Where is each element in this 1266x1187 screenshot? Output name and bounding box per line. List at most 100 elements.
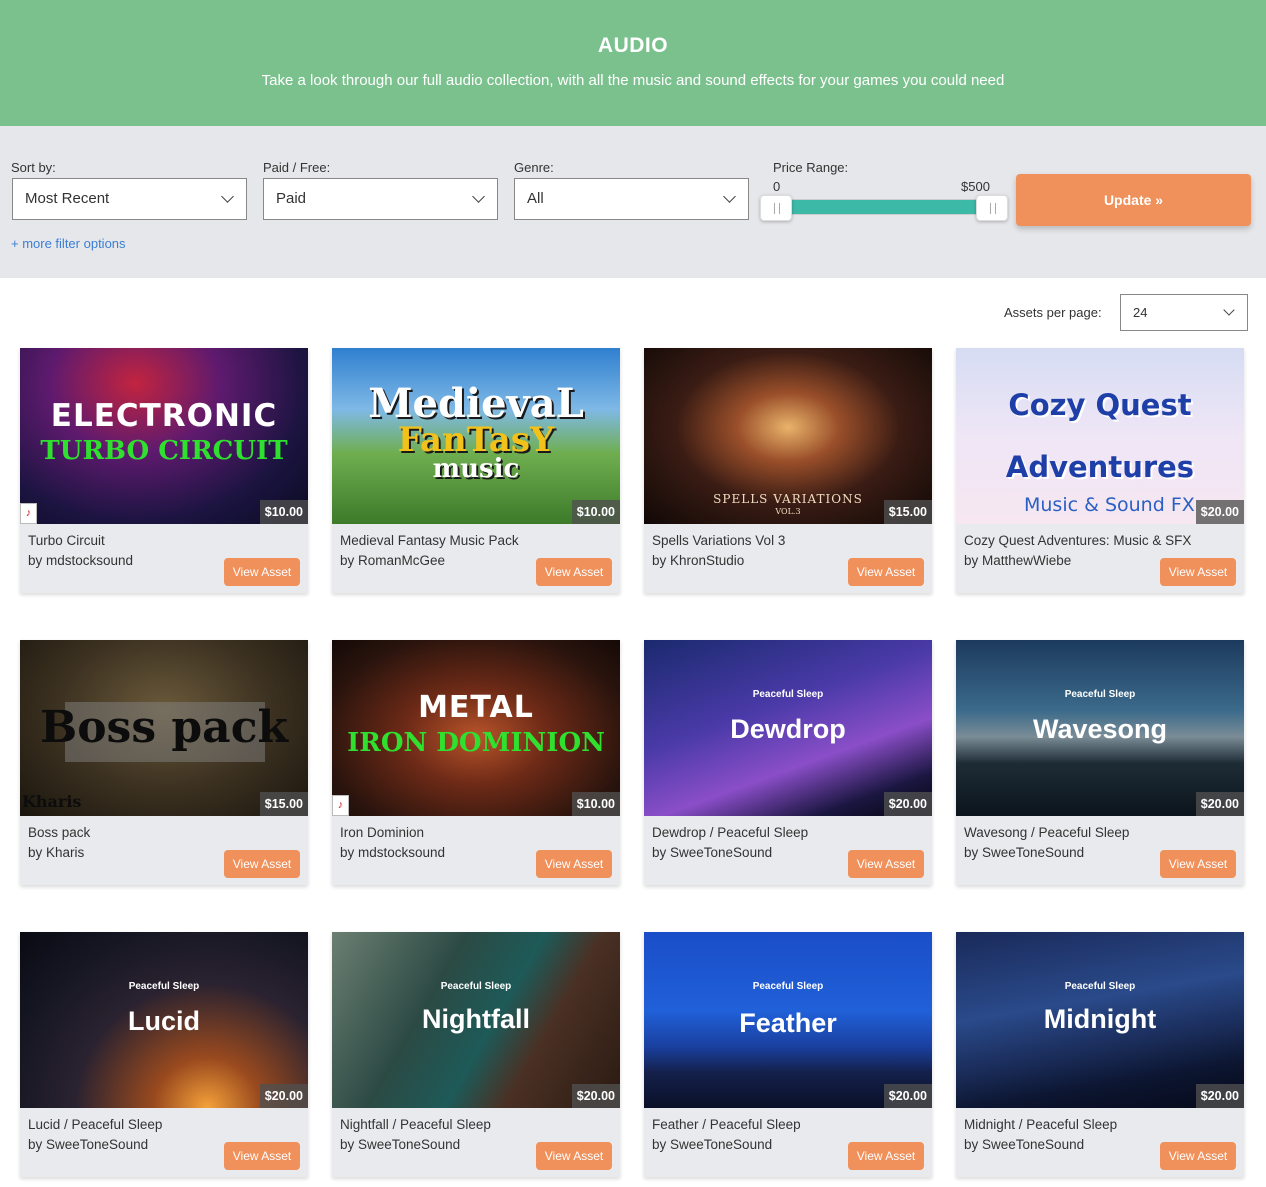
thumbnail-text: Peaceful Sleep [1064,981,1136,992]
asset-title[interactable]: Boss pack [28,825,90,840]
asset-title[interactable]: Dewdrop / Peaceful Sleep [652,825,808,840]
view-asset-button[interactable]: View Asset [224,850,300,878]
asset-card[interactable]: ELECTRONIC TURBO CIRCUIT ♪ $10.00 Turbo … [20,348,308,593]
price-badge: $20.00 [883,792,932,816]
more-filter-options-link[interactable]: + more filter options [11,236,126,251]
asset-thumbnail[interactable]: Peaceful Sleep Feather $20.00 [644,932,932,1108]
asset-thumbnail[interactable]: METAL IRON DOMINION ♪ $10.00 [332,640,620,816]
asset-title[interactable]: Feather / Peaceful Sleep [652,1117,801,1132]
asset-author[interactable]: by KhronStudio [652,553,744,568]
asset-title[interactable]: Cozy Quest Adventures: Music & SFX [964,533,1191,548]
view-asset-button[interactable]: View Asset [848,850,924,878]
price-range-slider[interactable] [776,199,992,215]
asset-thumbnail[interactable]: Peaceful Sleep Midnight $20.00 [956,932,1244,1108]
chevron-down-icon [1223,304,1235,316]
asset-title[interactable]: Wavesong / Peaceful Sleep [964,825,1129,840]
genre-select[interactable]: All [514,178,749,220]
paid-free-label: Paid / Free: [263,160,331,175]
asset-author[interactable]: by mdstocksound [340,845,445,860]
asset-author[interactable]: by SweeToneSound [28,1137,148,1152]
view-asset-button[interactable]: View Asset [848,1142,924,1170]
view-asset-button[interactable]: View Asset [536,850,612,878]
asset-author[interactable]: by SweeToneSound [340,1137,460,1152]
update-button[interactable]: Update » [1016,174,1251,226]
thumbnail-text: IRON DOMINION [347,728,605,758]
view-asset-button[interactable]: View Asset [536,558,612,586]
price-badge: $20.00 [259,1084,308,1108]
page-title: AUDIO [597,34,669,57]
sort-label: Sort by: [11,160,56,175]
thumbnail-text: Cozy Quest [1008,388,1192,422]
thumbnail-text: Wavesong [1032,714,1168,744]
per-page-select[interactable]: 24 [1120,294,1248,331]
genre-label: Genre: [514,160,554,175]
asset-card[interactable]: Peaceful Sleep Lucid $20.00 Lucid / Peac… [20,932,308,1177]
asset-card[interactable]: Peaceful Sleep Dewdrop $20.00 Dewdrop / … [644,640,932,885]
asset-title[interactable]: Iron Dominion [340,825,424,840]
asset-card[interactable]: Peaceful Sleep Feather $20.00 Feather / … [644,932,932,1177]
thumbnail-text: Peaceful Sleep [1064,689,1136,700]
asset-thumbnail[interactable]: MedievaL FanTasY music $10.00 [332,348,620,524]
sort-value: Most Recent [25,190,110,207]
view-asset-button[interactable]: View Asset [224,1142,300,1170]
price-min-handle[interactable] [760,195,792,221]
asset-author[interactable]: by SweeToneSound [652,1137,772,1152]
price-badge: $10.00 [259,500,308,524]
sort-select[interactable]: Most Recent [12,178,247,220]
asset-thumbnail[interactable]: Peaceful Sleep Dewdrop $20.00 [644,640,932,816]
thumbnail-text: ELECTRONIC [50,398,278,434]
asset-title[interactable]: Medieval Fantasy Music Pack [340,533,519,548]
asset-card[interactable]: MedievaL FanTasY music $10.00 Medieval F… [332,348,620,593]
price-range-label: Price Range: [773,160,849,175]
asset-thumbnail[interactable]: ELECTRONIC TURBO CIRCUIT ♪ $10.00 [20,348,308,524]
asset-title[interactable]: Turbo Circuit [28,533,105,548]
thumbnail-text: METAL [418,690,534,725]
genre-value: All [527,190,544,207]
price-badge: $10.00 [571,792,620,816]
asset-card[interactable]: SPELLS VARIATIONS VOL.3 $15.00 Spells Va… [644,348,932,593]
price-min-value: 0 [773,179,781,194]
asset-thumbnail[interactable]: Peaceful Sleep Wavesong $20.00 [956,640,1244,816]
asset-author[interactable]: by MatthewWiebe [964,553,1071,568]
price-badge: $10.00 [571,500,620,524]
chevron-down-icon [472,190,485,203]
asset-thumbnail[interactable]: Peaceful Sleep Nightfall $20.00 [332,932,620,1108]
view-asset-button[interactable]: View Asset [848,558,924,586]
asset-card[interactable]: Peaceful Sleep Nightfall $20.00 Nightfal… [332,932,620,1177]
paid-free-select[interactable]: Paid [263,178,498,220]
price-badge: $15.00 [883,500,932,524]
asset-title[interactable]: Midnight / Peaceful Sleep [964,1117,1117,1132]
price-max-handle[interactable] [976,195,1008,221]
asset-author[interactable]: by SweeToneSound [964,1137,1084,1152]
asset-title[interactable]: Nightfall / Peaceful Sleep [340,1117,491,1132]
view-asset-button[interactable]: View Asset [536,1142,612,1170]
view-asset-button[interactable]: View Asset [1160,850,1236,878]
asset-card[interactable]: METAL IRON DOMINION ♪ $10.00 Iron Domini… [332,640,620,885]
asset-thumbnail[interactable]: Peaceful Sleep Lucid $20.00 [20,932,308,1108]
asset-title[interactable]: Spells Variations Vol 3 [652,533,785,548]
asset-author[interactable]: by SweeToneSound [964,845,1084,860]
asset-thumbnail[interactable]: SPELLS VARIATIONS VOL.3 $15.00 [644,348,932,524]
per-page-label: Assets per page: [1004,305,1102,320]
asset-card[interactable]: Cozy Quest Adventures Music & Sound FX $… [956,348,1244,593]
asset-thumbnail[interactable]: Boss pack Kharis $15.00 [20,640,308,816]
asset-author[interactable]: by SweeToneSound [652,845,772,860]
thumbnail-text: Feather [739,1008,837,1038]
view-asset-button[interactable]: View Asset [1160,1142,1236,1170]
view-asset-button[interactable]: View Asset [1160,558,1236,586]
asset-card[interactable]: Boss pack Kharis $15.00 Boss pack by Kha… [20,640,308,885]
thumbnail-text: Adventures [1005,450,1195,484]
asset-author[interactable]: by RomanMcGee [340,553,445,568]
thumbnail-text: TURBO CIRCUIT [40,436,288,466]
view-asset-button[interactable]: View Asset [224,558,300,586]
asset-thumbnail[interactable]: Cozy Quest Adventures Music & Sound FX $… [956,348,1244,524]
price-badge: $20.00 [571,1084,620,1108]
price-badge: $20.00 [1195,792,1244,816]
asset-title[interactable]: Lucid / Peaceful Sleep [28,1117,162,1132]
asset-card[interactable]: Peaceful Sleep Midnight $20.00 Midnight … [956,932,1244,1177]
thumbnail-text: Peaceful Sleep [752,689,824,700]
asset-author[interactable]: by mdstocksound [28,553,133,568]
asset-author[interactable]: by Kharis [28,845,84,860]
asset-card[interactable]: Peaceful Sleep Wavesong $20.00 Wavesong … [956,640,1244,885]
music-note-icon: ♪ [332,795,349,816]
